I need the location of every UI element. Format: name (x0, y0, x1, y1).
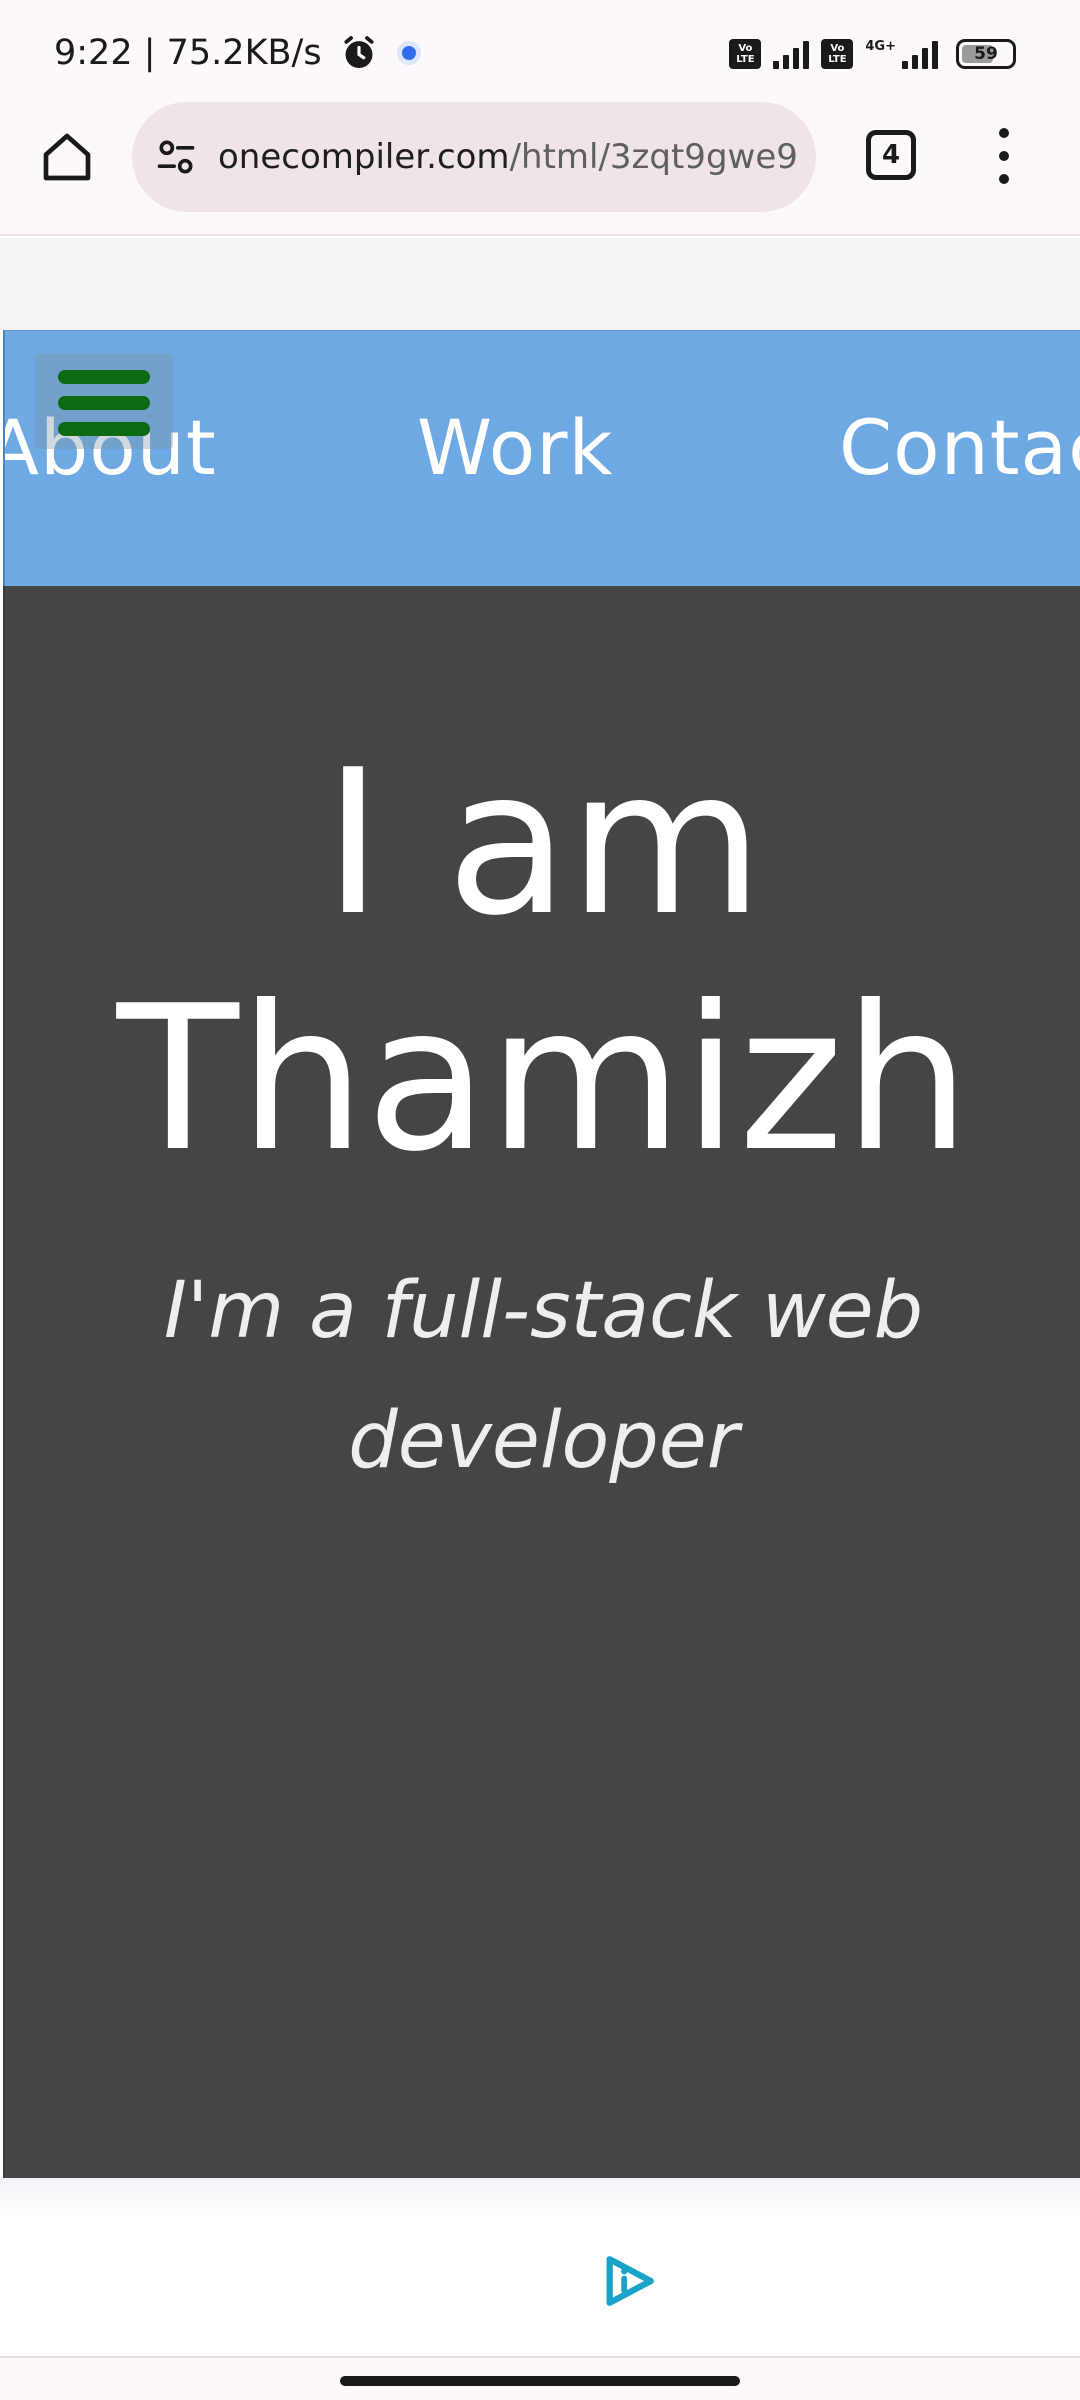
more-menu-icon[interactable] (986, 128, 1022, 184)
site-nav: About Work Contac (3, 330, 1080, 586)
signal-sim1-icon (773, 39, 810, 69)
signal-sim2-icon (902, 39, 938, 69)
hero-title: I am Thamizh (5, 726, 1080, 1198)
address-bar[interactable]: onecompiler.com/html/3zqt9gwe9 (132, 102, 816, 212)
home-icon (43, 133, 91, 181)
url-host: onecompiler.com (218, 137, 510, 177)
network-type: 4G+ (865, 38, 896, 54)
hero-subtitle-line2: developer (348, 1396, 739, 1486)
nav-link-contact[interactable]: Contac (839, 403, 1080, 492)
run-play-icon[interactable] (600, 2252, 658, 2310)
notification-dot-icon (401, 46, 416, 60)
status-time-speed: 9:22 | 75.2KB/s (54, 33, 322, 73)
tab-switcher-icon[interactable]: 4 (866, 130, 916, 180)
gesture-handle[interactable] (340, 2376, 740, 2386)
browser-toolbar: onecompiler.com/html/3zqt9gwe9 4 (0, 100, 1080, 236)
alarm-icon (343, 36, 374, 69)
gesture-nav-area (0, 2356, 1080, 2400)
status-left: 9:22 | 75.2KB/s (54, 30, 416, 76)
tab-count: 4 (881, 140, 901, 170)
web-page: About Work Contac I am Thamizh I'm a ful… (0, 238, 1080, 2362)
hero-subtitle-line1: I'm a full-stack web (163, 1266, 924, 1356)
hero-title-line2: Thamizh (116, 963, 971, 1196)
hero-subtitle: I'm a full-stack web developer (5, 1246, 1080, 1506)
volte-sim2-icon: Vo LTE (821, 39, 854, 69)
home-button[interactable] (36, 126, 98, 188)
status-right: Vo LTE Vo LTE 4G+ 59 (729, 34, 1016, 74)
url-path: /html/3zqt9gwe9 (509, 137, 798, 177)
nav-link-work[interactable]: Work (417, 403, 613, 492)
page-top-strip (0, 238, 1080, 330)
battery-level: 59 (974, 44, 998, 64)
url-text[interactable]: onecompiler.com/html/3zqt9gwe9 (218, 137, 798, 177)
hero-section: I am Thamizh I'm a full-stack web develo… (3, 586, 1080, 2178)
hamburger-menu-icon[interactable] (35, 353, 173, 449)
below-hero-area (0, 2178, 1080, 2362)
volte-sim1-icon: Vo LTE (729, 39, 762, 69)
status-bar: 9:22 | 75.2KB/s Vo LTE Vo LTE 4G+ 59 (0, 0, 1080, 100)
site-settings-icon[interactable] (154, 135, 198, 179)
battery-icon: 59 (956, 39, 1016, 69)
hero-title-line1: I am (323, 727, 764, 960)
